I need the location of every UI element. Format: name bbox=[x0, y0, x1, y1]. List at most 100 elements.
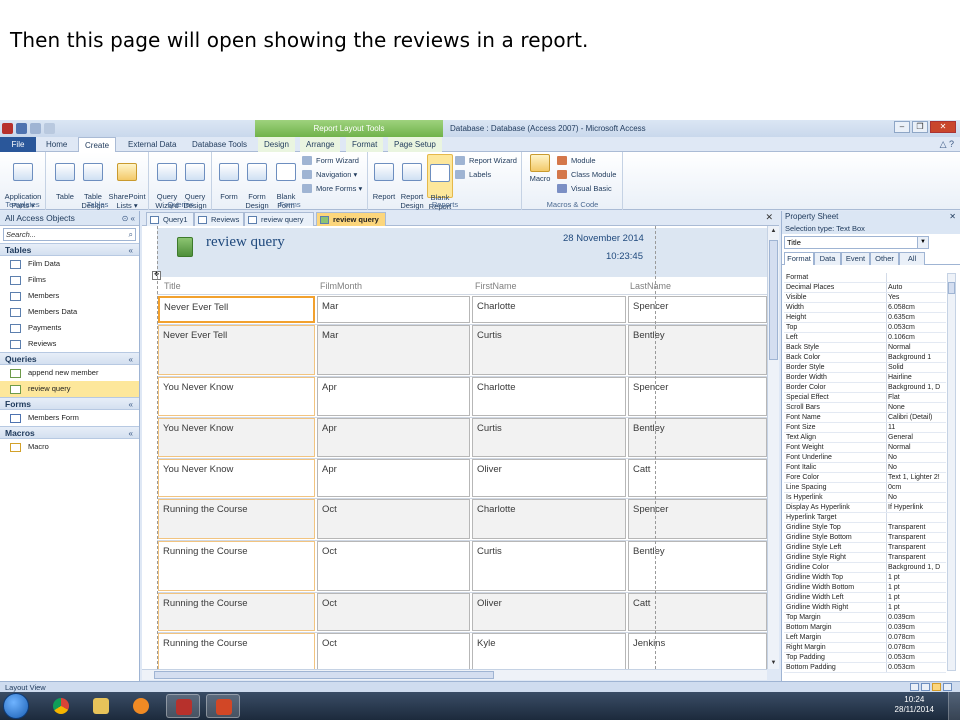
report-button[interactable]: Report bbox=[370, 154, 398, 201]
search-icon[interactable]: ⌕ bbox=[129, 229, 133, 240]
report-cell-firstname[interactable]: Charlotte bbox=[472, 499, 626, 539]
report-cell-lastname[interactable]: Bentley bbox=[628, 418, 767, 457]
property-value[interactable]: Normal bbox=[888, 343, 946, 352]
nav-item-members-form[interactable]: Members Form bbox=[0, 410, 139, 426]
property-value[interactable]: 1 pt bbox=[888, 593, 946, 602]
report-cell-filmmonth[interactable]: Oct bbox=[317, 499, 470, 539]
property-row-width[interactable]: Width 6.058cm bbox=[784, 303, 946, 313]
property-row-font-size[interactable]: Font Size 11 bbox=[784, 423, 946, 433]
doc-tab-review-query-report[interactable]: review query bbox=[316, 212, 386, 226]
property-value[interactable]: Auto bbox=[888, 283, 946, 292]
property-row-border-width[interactable]: Border Width Hairline bbox=[784, 373, 946, 383]
tab-arrange[interactable]: Arrange bbox=[300, 137, 341, 152]
property-row-bottom-margin[interactable]: Bottom Margin 0.039cm bbox=[784, 623, 946, 633]
module-button[interactable]: Module bbox=[557, 154, 596, 167]
tab-format[interactable]: Format bbox=[346, 137, 384, 152]
blank-report-button[interactable]: Blank Report bbox=[427, 154, 453, 211]
property-value[interactable]: 0.106cm bbox=[888, 333, 946, 342]
close-document-icon[interactable]: ✕ bbox=[765, 212, 773, 223]
property-value[interactable]: 1 pt bbox=[888, 603, 946, 612]
taskbar-media-player[interactable] bbox=[124, 694, 158, 718]
property-row-hyperlink-target[interactable]: Hyperlink Target bbox=[784, 513, 946, 523]
tab-property-event[interactable]: Event bbox=[841, 252, 870, 265]
report-cell-filmmonth[interactable]: Oct bbox=[317, 633, 470, 669]
property-value[interactable]: 6.058cm bbox=[888, 303, 946, 312]
print-preview-icon[interactable] bbox=[921, 683, 930, 691]
property-row-gridline-style-right[interactable]: Gridline Style Right Transparent bbox=[784, 553, 946, 563]
horizontal-scroll-thumb[interactable] bbox=[154, 671, 494, 679]
tab-design[interactable]: Design bbox=[258, 137, 295, 152]
property-row-top-margin[interactable]: Top Margin 0.039cm bbox=[784, 613, 946, 623]
redo-icon[interactable] bbox=[44, 123, 55, 134]
control-selector[interactable]: Title ▼ bbox=[784, 236, 929, 249]
property-value[interactable]: 0.053cm bbox=[888, 663, 946, 672]
property-value[interactable]: Hairline bbox=[888, 373, 946, 382]
tab-database-tools[interactable]: Database Tools bbox=[186, 137, 253, 152]
property-value[interactable]: Yes bbox=[888, 293, 946, 302]
property-value[interactable]: 0.635cm bbox=[888, 313, 946, 322]
class-module-button[interactable]: Class Module bbox=[557, 168, 616, 181]
property-row-back-style[interactable]: Back Style Normal bbox=[784, 343, 946, 353]
report-cell-firstname[interactable]: Oliver bbox=[472, 459, 626, 497]
report-cell-lastname[interactable]: Jenkins bbox=[628, 633, 767, 669]
report-cell-lastname[interactable]: Bentley bbox=[628, 541, 767, 591]
report-cell-firstname[interactable]: Curtis bbox=[472, 418, 626, 457]
tab-file[interactable]: File bbox=[0, 137, 36, 152]
taskbar-explorer[interactable] bbox=[84, 694, 118, 718]
property-value[interactable]: If Hyperlink bbox=[888, 503, 946, 512]
help-icon[interactable]: △ ? bbox=[940, 139, 954, 150]
visual-basic-button[interactable]: Visual Basic bbox=[557, 182, 612, 195]
nav-section-macros[interactable]: Macros « bbox=[0, 426, 139, 439]
property-value[interactable]: No bbox=[888, 453, 946, 462]
column-header-lastname[interactable]: LastName bbox=[630, 281, 671, 291]
doc-tab-reviews[interactable]: Reviews bbox=[194, 212, 244, 226]
form-wizard-button[interactable]: Form Wizard bbox=[302, 154, 359, 167]
report-cell-filmmonth[interactable]: Mar bbox=[317, 296, 470, 323]
report-cell-title[interactable]: Running the Course bbox=[158, 633, 315, 669]
property-row-font-italic[interactable]: Font Italic No bbox=[784, 463, 946, 473]
report-cell-firstname[interactable]: Charlotte bbox=[472, 296, 626, 323]
property-row-special-effect[interactable]: Special Effect Flat bbox=[784, 393, 946, 403]
scroll-down-icon[interactable]: ▼ bbox=[768, 658, 779, 669]
scroll-up-icon[interactable]: ▲ bbox=[768, 226, 779, 237]
close-button[interactable]: ✕ bbox=[930, 121, 956, 133]
property-row-gridline-style-bottom[interactable]: Gridline Style Bottom Transparent bbox=[784, 533, 946, 543]
property-row-text-align[interactable]: Text Align General bbox=[784, 433, 946, 443]
property-value[interactable]: Text 1, Lighter 2! bbox=[888, 473, 946, 482]
property-row-top[interactable]: Top 0.053cm bbox=[784, 323, 946, 333]
property-row-back-color[interactable]: Back Color Background 1 bbox=[784, 353, 946, 363]
nav-item-macro[interactable]: Macro bbox=[0, 439, 139, 455]
property-value[interactable]: 0.053cm bbox=[888, 323, 946, 332]
report-view-icon[interactable] bbox=[910, 683, 919, 691]
report-cell-firstname[interactable]: Curtis bbox=[472, 541, 626, 591]
report-time[interactable]: 10:23:45 bbox=[606, 251, 643, 262]
property-scroll-thumb[interactable] bbox=[948, 282, 955, 294]
tab-property-all[interactable]: All bbox=[899, 252, 925, 265]
report-cell-title[interactable]: Never Ever Tell bbox=[158, 296, 315, 323]
undo-icon[interactable] bbox=[30, 123, 41, 134]
nav-item-payments[interactable]: Payments bbox=[0, 320, 139, 336]
report-date[interactable]: 28 November 2014 bbox=[563, 233, 644, 244]
taskbar-powerpoint[interactable] bbox=[206, 694, 240, 718]
navigation-button[interactable]: Navigation ▾ bbox=[302, 168, 357, 181]
property-row-gridline-width-left[interactable]: Gridline Width Left 1 pt bbox=[784, 593, 946, 603]
report-cell-lastname[interactable]: Spencer bbox=[628, 296, 767, 323]
report-cell-firstname[interactable]: Curtis bbox=[472, 325, 626, 375]
macro-button[interactable]: Macro bbox=[526, 154, 554, 183]
nav-section-forms[interactable]: Forms « bbox=[0, 397, 139, 410]
property-value[interactable]: Transparent bbox=[888, 523, 946, 532]
layout-view-icon[interactable] bbox=[932, 683, 941, 691]
report-logo-icon[interactable] bbox=[177, 237, 193, 257]
report-cell-title[interactable]: You Never Know bbox=[158, 418, 315, 457]
nav-item-films[interactable]: Films bbox=[0, 272, 139, 288]
property-row-gridline-color[interactable]: Gridline Color Background 1, D bbox=[784, 563, 946, 573]
report-cell-title[interactable]: Running the Course bbox=[158, 499, 315, 539]
property-value[interactable]: Calibri (Detail) bbox=[888, 413, 946, 422]
report-cell-title[interactable]: Running the Course bbox=[158, 593, 315, 631]
property-value[interactable]: Normal bbox=[888, 443, 946, 452]
property-value[interactable]: General bbox=[888, 433, 946, 442]
report-cell-lastname[interactable]: Catt bbox=[628, 593, 767, 631]
report-wizard-button[interactable]: Report Wizard bbox=[455, 154, 517, 167]
property-row-fore-color[interactable]: Fore Color Text 1, Lighter 2! bbox=[784, 473, 946, 483]
taskbar-access[interactable] bbox=[166, 694, 200, 718]
